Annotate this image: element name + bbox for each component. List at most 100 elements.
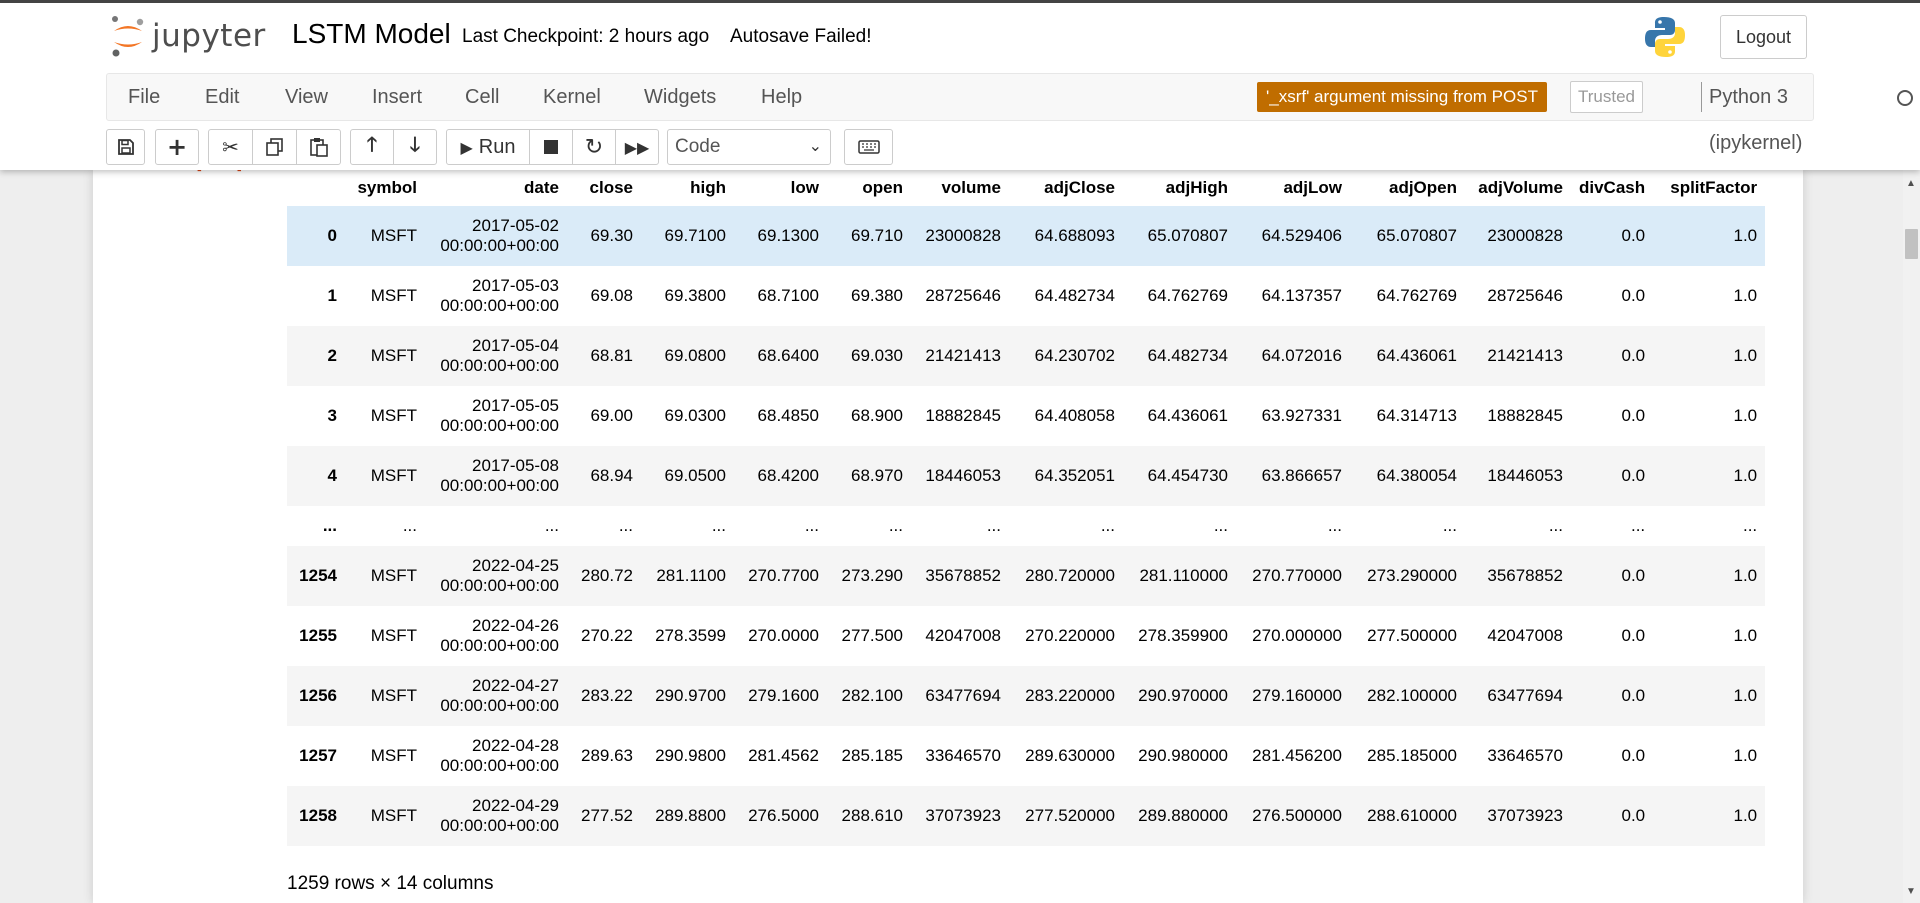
table-row[interactable]: 1 MSFT 2017-05-03 00:00:00+00:00 69.08 69.380… xyxy=(287,266,1765,326)
cell-high: 281.1100 xyxy=(656,566,726,585)
keyboard-icon xyxy=(857,140,880,154)
cell-date-day: 2022-04-26 xyxy=(472,616,559,635)
cell-adjVolume: 33646570 xyxy=(1487,746,1563,765)
cell-volume: 35678852 xyxy=(925,566,1001,585)
scroll-down-arrow-icon[interactable]: ▼ xyxy=(1906,886,1916,897)
jupyter-logo-icon xyxy=(112,16,144,57)
cell-volume: 18882845 xyxy=(925,406,1001,425)
save-button[interactable] xyxy=(106,129,145,165)
cell-high: 290.9800 xyxy=(655,746,726,765)
table-row[interactable]: 1254 MSFT 2022-04-25 00:00:00+00:00 280.72 28… xyxy=(287,546,1766,606)
table-row[interactable]: 2 MSFT 2017-05-04 00:00:00+00:00 68.81 69.080… xyxy=(287,326,1766,386)
column-header-symbol: symbol xyxy=(357,178,417,197)
logout-button[interactable]: Logout xyxy=(1720,15,1807,59)
cell-low: 270.0000 xyxy=(748,626,819,645)
cut-button[interactable]: ✂ xyxy=(208,129,253,165)
copy-button[interactable] xyxy=(252,129,297,165)
table-row[interactable]: 4 MSFT 2017-05-08 00:00:00+00:00 68.94 69.050… xyxy=(287,446,1766,506)
cell-divCash: 0.0 xyxy=(1621,286,1646,305)
xsrf-warning-badge[interactable]: '_xsrf' argument missing from POST xyxy=(1257,82,1547,112)
table-row[interactable]: 1257 MSFT 2022-04-28 00:00:00+00:00 289.63 29… xyxy=(287,726,1765,786)
column-header-adjClose: adjClose xyxy=(1044,178,1115,197)
table-header-row: symbol date close high low open volume adjClose… xyxy=(287,170,1765,206)
menu-file[interactable]: File xyxy=(128,74,160,120)
restart-run-all-button[interactable]: ▶▶ xyxy=(615,129,659,165)
menu-insert[interactable]: Insert xyxy=(372,74,422,120)
ellipsis-cell: ... xyxy=(1548,516,1563,535)
move-up-button[interactable]: 🡑 xyxy=(350,129,394,165)
cell-type-value: Code xyxy=(675,136,721,157)
paste-button[interactable] xyxy=(296,129,341,165)
cell-adjOpen: 273.290000 xyxy=(1367,566,1457,585)
command-palette-button[interactable] xyxy=(844,129,893,165)
table-row[interactable]: 1255 MSFT 2022-04-26 00:00:00+00:00 270.22 27… xyxy=(287,606,1765,666)
move-down-button[interactable]: 🡓 xyxy=(393,129,437,165)
cell-close: 69.30 xyxy=(590,226,633,245)
cell-date-day: 2022-04-25 xyxy=(472,556,559,575)
insert-cell-button[interactable]: + xyxy=(155,129,199,165)
cell-high: 69.7100 xyxy=(664,226,726,245)
cell-divCash: 0.0 xyxy=(1621,226,1646,245)
cell-open: 68.970 xyxy=(851,466,903,485)
cell-adjHigh: 290.980000 xyxy=(1138,746,1228,765)
cell-close: 277.52 xyxy=(581,806,633,825)
column-header-close: close xyxy=(589,178,633,197)
cell-low: 270.7700 xyxy=(748,566,819,585)
cell-divCash: 0.0 xyxy=(1621,686,1646,705)
trusted-indicator[interactable]: Trusted xyxy=(1570,81,1644,113)
menubar: File Edit View Insert Cell Kernel Widget… xyxy=(106,73,1913,154)
menu-cell[interactable]: Cell xyxy=(465,74,499,120)
cell-symbol: MSFT xyxy=(370,686,417,705)
cell-adjOpen: 64.380054 xyxy=(1376,466,1457,485)
table-row[interactable]: 3 MSFT 2017-05-05 00:00:00+00:00 69.00 69.030… xyxy=(287,386,1765,446)
menu-widgets[interactable]: Widgets xyxy=(644,74,716,120)
cell-date-time: 00:00:00+00:00 xyxy=(440,296,559,315)
kernel-name[interactable]: Python 3 (ipykernel) xyxy=(1709,74,1813,166)
cell-adjHigh: 64.454730 xyxy=(1147,466,1228,485)
cell-date: 2017-05-08 00:00:00+00:00 xyxy=(425,446,567,506)
vertical-scrollbar[interactable]: ▲ ▼ xyxy=(1903,170,1920,903)
menu-help[interactable]: Help xyxy=(761,74,802,120)
cell-close: 69.00 xyxy=(590,406,633,425)
cell-adjClose: 270.220000 xyxy=(1025,626,1115,645)
cell-adjVolume: 18882845 xyxy=(1487,406,1563,425)
cell-adjOpen: 64.436061 xyxy=(1376,346,1457,365)
cell-date-day: 2017-05-05 xyxy=(472,396,559,415)
run-button[interactable]: ▶ Run xyxy=(446,129,530,165)
cell-splitFactor: 1.0 xyxy=(1733,286,1758,305)
scroll-up-arrow-icon[interactable]: ▲ xyxy=(1906,178,1916,189)
cell-open: 69.710 xyxy=(851,226,903,245)
restart-button[interactable]: ↻ xyxy=(572,129,616,165)
column-header-splitFactor: splitFactor xyxy=(1670,178,1758,197)
cell-adjVolume: 63477694 xyxy=(1487,686,1563,705)
interrupt-button[interactable] xyxy=(529,129,573,165)
cell-adjClose: 64.230702 xyxy=(1034,346,1115,365)
menu-kernel[interactable]: Kernel xyxy=(543,74,601,120)
cell-adjLow: 64.072016 xyxy=(1261,346,1342,365)
notebook-header: jupyter LSTM Model Last Checkpoint: 2 ho… xyxy=(0,0,1920,170)
scrollbar-thumb[interactable] xyxy=(1905,229,1918,259)
cell-splitFactor: 1.0 xyxy=(1733,806,1758,825)
cell-type-select[interactable]: Code ⌄ xyxy=(667,129,831,165)
cell-splitFactor: 1.0 xyxy=(1733,686,1758,705)
ellipsis-cell: ... xyxy=(1442,516,1457,535)
cell-high: 69.0500 xyxy=(664,466,726,485)
cell-adjVolume: 21421413 xyxy=(1487,346,1563,365)
cell-volume: 42047008 xyxy=(925,626,1001,645)
menu-view[interactable]: View xyxy=(285,74,328,120)
cell-symbol: MSFT xyxy=(370,346,417,365)
ellipsis-cell: ... xyxy=(986,516,1001,535)
cell-date: 2022-04-29 00:00:00+00:00 xyxy=(425,786,567,846)
jupyter-logo[interactable]: jupyter xyxy=(110,13,266,59)
cell-low: 281.4562 xyxy=(748,746,819,765)
table-row[interactable]: 0 MSFT 2017-05-02 00:00:00+00:00 69.30 69.710… xyxy=(287,206,1766,266)
notebook-title[interactable]: LSTM Model xyxy=(292,18,451,50)
cell-open: 282.100 xyxy=(841,686,903,705)
cell-low: 68.7100 xyxy=(757,286,819,305)
cell-symbol: MSFT xyxy=(370,466,417,485)
row-index: 1 xyxy=(327,286,337,305)
cell-symbol: MSFT xyxy=(370,566,417,585)
menu-edit[interactable]: Edit xyxy=(205,74,239,120)
table-row[interactable]: 1256 MSFT 2022-04-27 00:00:00+00:00 283.22 29… xyxy=(287,666,1766,726)
table-row[interactable]: 1258 MSFT 2022-04-29 00:00:00+00:00 277.52 28… xyxy=(287,786,1766,846)
